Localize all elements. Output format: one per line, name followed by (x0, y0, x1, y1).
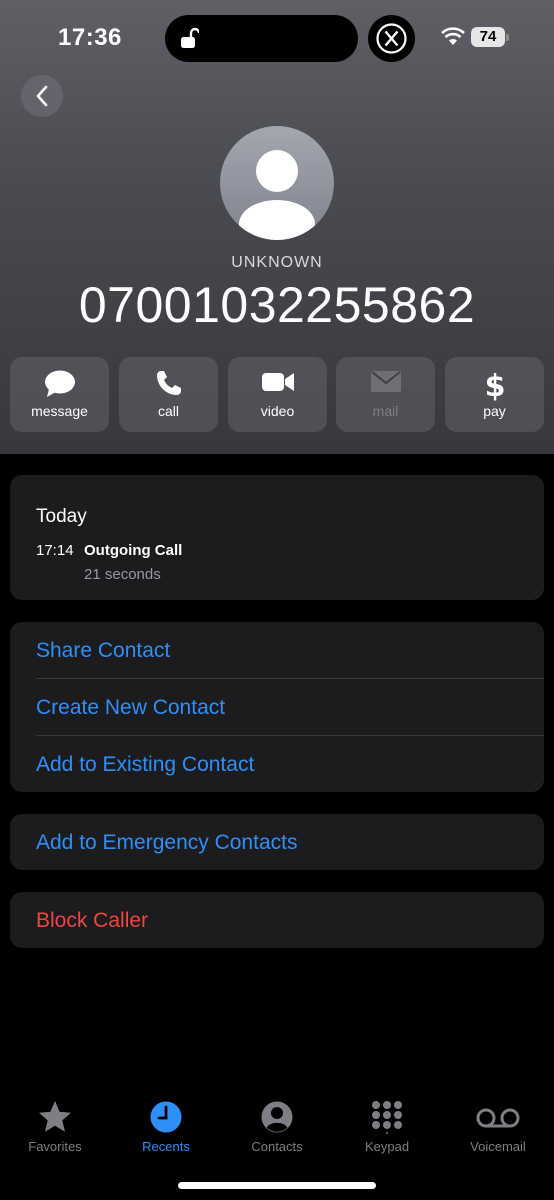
keypad-icon (372, 1101, 402, 1134)
create-new-contact-button[interactable]: Create New Contact (36, 696, 225, 720)
battery-level: 74 (471, 27, 505, 47)
call-button[interactable]: call (119, 357, 218, 432)
person-circle-icon (261, 1101, 293, 1133)
message-button[interactable]: message (10, 357, 109, 432)
divider (36, 735, 544, 736)
block-caller-button[interactable]: Block Caller (36, 909, 148, 933)
history-time: 17:14 (36, 542, 74, 559)
tab-favorites[interactable]: Favorites (0, 1098, 110, 1158)
contact-avatar (220, 126, 334, 240)
tab-recents-label: Recents (142, 1139, 190, 1154)
tab-contacts-label: Contacts (251, 1139, 303, 1154)
mail-label: mail (372, 403, 399, 419)
add-to-emergency-contacts-button[interactable]: Add to Emergency Contacts (36, 831, 297, 855)
call-label: call (157, 403, 179, 419)
envelope-icon (370, 371, 401, 392)
contact-options-card: Share Contact Create New Contact Add to … (10, 622, 544, 792)
call-history-card: Today 17:14 Outgoing Call 21 seconds (10, 475, 544, 600)
tab-voicemail[interactable]: Voicemail (443, 1098, 553, 1158)
battery-indicator: 74 (471, 27, 509, 47)
history-duration: 21 seconds (84, 566, 161, 583)
star-icon (39, 1101, 71, 1132)
tab-favorites-label: Favorites (28, 1139, 82, 1154)
tab-recents[interactable]: Recents (111, 1098, 221, 1158)
pay-button[interactable]: $ pay (445, 357, 544, 432)
caller-number: 07001032255862 (78, 277, 476, 333)
divider (36, 678, 544, 679)
dynamic-island (165, 15, 358, 62)
chevron-left-icon (36, 85, 48, 107)
dollar-icon: $ (484, 369, 505, 401)
quick-actions: message call video mail $ pay (10, 357, 544, 432)
person-icon (239, 150, 315, 240)
back-button[interactable] (21, 75, 63, 117)
video-button[interactable]: video (228, 357, 327, 432)
emergency-card: Add to Emergency Contacts (10, 814, 544, 870)
history-day: Today (36, 506, 87, 527)
home-indicator (178, 1182, 376, 1189)
voicemail-icon (476, 1108, 520, 1128)
caller-label: UNKNOWN (231, 254, 323, 271)
phone-icon (156, 371, 181, 395)
message-label: message (31, 403, 88, 419)
add-to-existing-contact-button[interactable]: Add to Existing Contact (36, 753, 254, 777)
svg-text:$: $ (484, 369, 505, 401)
unlock-icon (181, 27, 199, 48)
block-card: Block Caller (10, 892, 544, 948)
tab-voicemail-label: Voicemail (470, 1139, 526, 1154)
tab-keypad-label: Keypad (364, 1139, 410, 1154)
wifi-icon (441, 27, 465, 45)
share-contact-button[interactable]: Share Contact (36, 639, 170, 663)
tab-contacts[interactable]: Contacts (222, 1098, 332, 1158)
message-icon (44, 370, 75, 397)
history-call-type: Outgoing Call (84, 542, 183, 559)
clock-icon (150, 1101, 182, 1133)
video-label: video (260, 403, 295, 419)
x-app-icon (368, 15, 415, 62)
tab-keypad[interactable]: Keypad (332, 1098, 442, 1158)
mail-button[interactable]: mail (336, 357, 435, 432)
status-time: 17:36 (58, 24, 122, 51)
video-camera-icon (261, 373, 294, 391)
pay-label: pay (483, 403, 506, 419)
